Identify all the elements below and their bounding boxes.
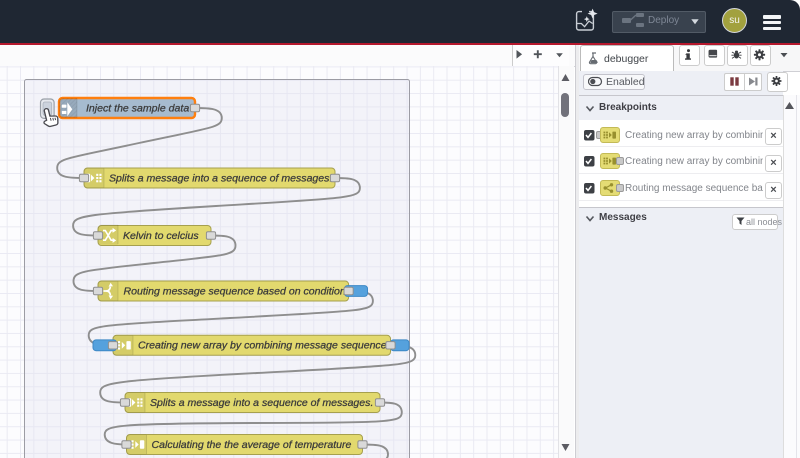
svg-text:Kelvin to celcius: Kelvin to celcius [123,230,199,242]
svg-text:Splits a message into a sequen: Splits a message into a sequence of mess… [109,172,332,184]
svg-text:Routing message sequence based: Routing message sequence based on condit… [124,285,346,297]
svg-text:Creating new array by combinin: Creating new array by combining message … [138,340,387,352]
svg-text:Inject the sample data: Inject the sample data [86,102,189,114]
svg-text:Calculating the the average of: Calculating the the average of temperatu… [152,439,352,451]
svg-text:Splits a message into a sequen: Splits a message into a sequence of mess… [150,397,373,409]
